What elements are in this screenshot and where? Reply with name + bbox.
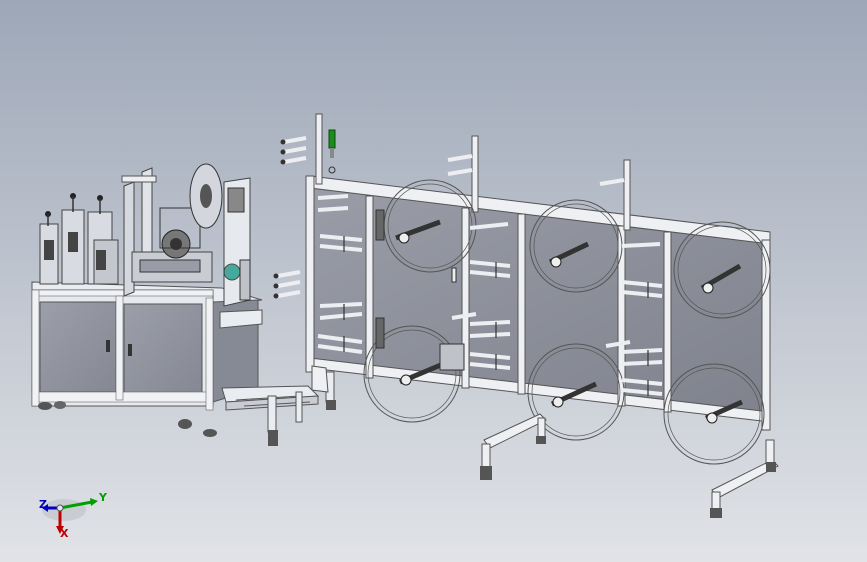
caster-wheel: [178, 419, 192, 429]
cad-3d-viewport[interactable]: X Y Z: [0, 0, 867, 562]
coordinate-triad: X Y Z: [36, 486, 116, 546]
triad-x-label: X: [60, 527, 69, 540]
caster-wheel: [38, 402, 52, 410]
door-handle-icon: [106, 340, 110, 352]
door-handle-icon: [128, 344, 132, 356]
rack-mast: [623, 159, 631, 231]
cabinet-leg: [115, 295, 124, 401]
rack-post: [517, 213, 526, 395]
rack-post: [305, 175, 315, 373]
mask-machine-assembly-model[interactable]: [0, 0, 867, 562]
triad-y-label: Y: [99, 491, 107, 504]
signal-tower-beacon-icon: [328, 129, 336, 149]
caster-wheel: [203, 429, 217, 437]
rack-mast: [471, 135, 479, 213]
caster-wheel: [54, 401, 66, 409]
drive-motor-block: [439, 343, 465, 371]
rack-mast: [315, 113, 323, 185]
cabinet-door-right: [123, 303, 203, 395]
rack-post: [663, 231, 672, 413]
cabinet-door-left: [39, 301, 117, 393]
cabinet-frame-bar: [31, 289, 214, 297]
guide-roller-group: [273, 136, 307, 299]
triad-z-label: Z: [39, 498, 47, 511]
material-unwinding-rack[interactable]: [305, 113, 779, 518]
cabinet-leg: [31, 289, 40, 407]
cabinet-leg: [205, 297, 214, 411]
